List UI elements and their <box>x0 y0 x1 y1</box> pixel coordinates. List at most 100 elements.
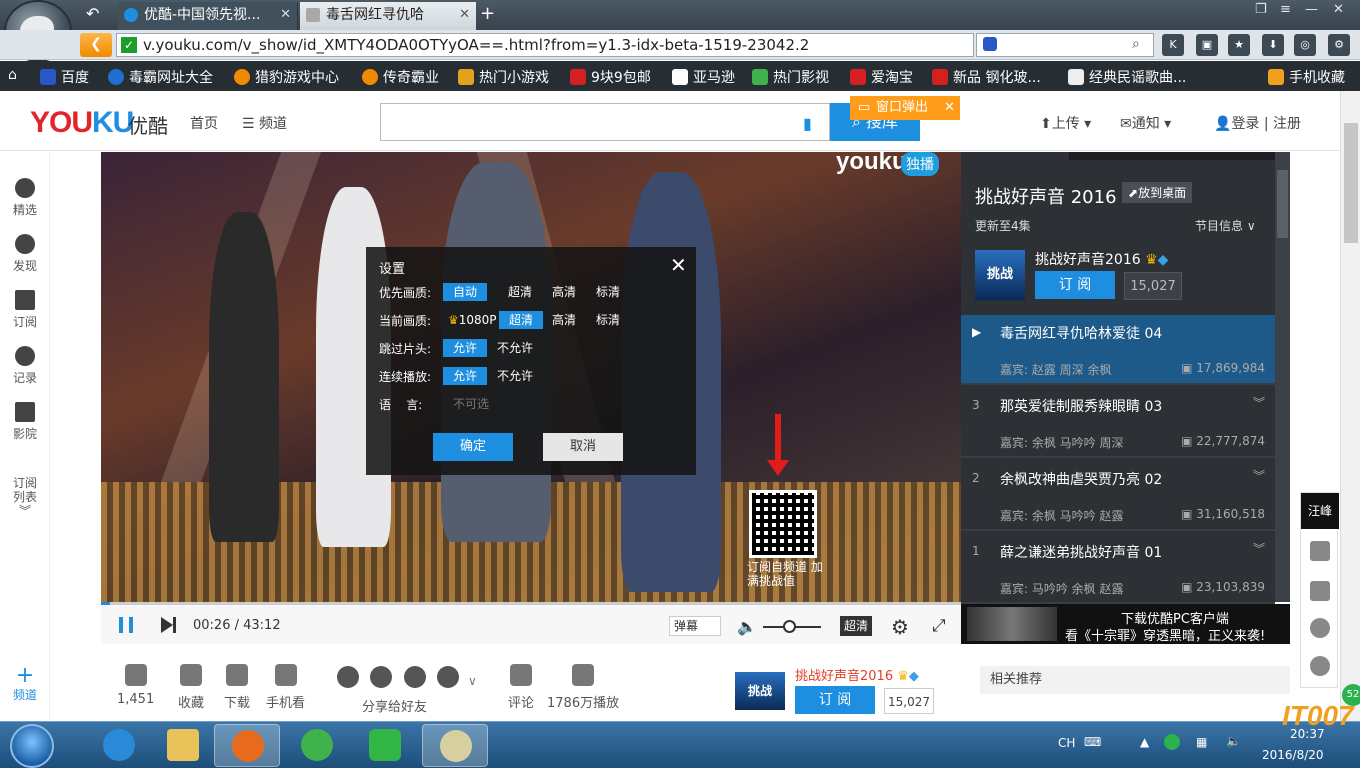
program-info-toggle[interactable]: 节目信息 ∨ <box>1195 217 1256 234</box>
volume-icon[interactable]: 🔈 <box>1226 734 1241 748</box>
taskbar-explorer[interactable] <box>150 724 216 767</box>
option-high[interactable]: 高清 <box>547 311 581 329</box>
wechat-icon[interactable] <box>337 666 359 688</box>
scroll-thumb[interactable] <box>1344 123 1358 243</box>
undo-icon[interactable]: ↶ <box>86 4 99 23</box>
download-button[interactable]: 下载 <box>224 664 250 711</box>
bookmark-9kuai9[interactable]: 9块9包邮 <box>570 67 651 87</box>
option-disallow[interactable]: 不允许 <box>492 339 538 357</box>
qr-icon[interactable] <box>1310 541 1330 561</box>
bookmark-amazon[interactable]: 亚马逊 <box>672 67 735 87</box>
sidebar-item-sub-list[interactable]: 订阅列表 ︾ <box>0 476 50 518</box>
qr-code[interactable] <box>749 490 817 558</box>
bookmark-duba[interactable]: 毒霸网址大全 <box>108 67 213 87</box>
option-standard[interactable]: 标清 <box>591 311 625 329</box>
qq-icon[interactable] <box>437 666 459 688</box>
comment-button[interactable]: 评论 <box>508 664 534 711</box>
bookmark-mini-games[interactable]: 热门小游戏 <box>458 67 549 87</box>
notification-badge[interactable]: 52 <box>1342 684 1360 706</box>
bookmark-glass[interactable]: 新品 钢化玻... <box>932 67 1041 87</box>
danmu-toggle[interactable]: 弹幕 <box>669 616 721 636</box>
nav-channel[interactable]: ☰ 频道 <box>242 113 287 133</box>
channel-thumbnail[interactable]: 挑战 <box>735 672 785 710</box>
clock-date[interactable]: 2016/8/20 <box>1262 748 1324 762</box>
favorite-button[interactable]: 收藏 <box>178 664 204 711</box>
upload-button[interactable]: ⬆上传 ▾ <box>1040 113 1091 133</box>
site-search-input[interactable]: ▮ <box>380 103 830 141</box>
like-button[interactable]: 1,451 <box>117 664 154 707</box>
search-icon[interactable]: ⌕ <box>1132 36 1140 52</box>
network-icon[interactable]: ▦ <box>1196 735 1207 749</box>
tab-youku-home[interactable]: 优酷-中国领先视... ✕ <box>118 2 298 30</box>
option-auto[interactable]: 自动 <box>443 283 487 301</box>
taskbar-liebao[interactable] <box>214 724 280 767</box>
new-tab-button[interactable]: + <box>480 2 495 26</box>
sidebar-item-channel[interactable]: + 频道 <box>0 665 50 703</box>
subscribe-button[interactable]: 订 阅 <box>795 686 875 714</box>
sidebar-item-featured[interactable]: 精选 <box>0 178 50 218</box>
bookmark-game-center[interactable]: 猎豹游戏中心 <box>234 67 339 87</box>
taskbar-360[interactable] <box>284 724 350 767</box>
option-super[interactable]: 超清 <box>503 283 537 301</box>
bookmark-movies[interactable]: 热门影视 <box>752 67 829 87</box>
user-name-tag[interactable]: 汪峰 <box>1301 493 1339 529</box>
sidebar-item-cinema[interactable]: 影院 <box>0 402 50 442</box>
headset-icon[interactable] <box>1310 656 1330 676</box>
taskbar-iqiyi[interactable] <box>352 724 418 767</box>
restore-icon[interactable]: ❐ <box>1255 2 1267 17</box>
lock-icon[interactable]: ▣ <box>1196 34 1218 56</box>
bookmark-folk-songs[interactable]: 经典民谣歌曲... <box>1068 67 1186 87</box>
nav-home[interactable]: 首页 <box>190 113 218 133</box>
menu-icon[interactable]: ≡ <box>1280 2 1291 17</box>
bulb-icon[interactable] <box>1310 618 1330 638</box>
ok-button[interactable]: 确定 <box>433 433 513 461</box>
mobile-button[interactable]: 手机看 <box>266 664 305 711</box>
client-ad-banner[interactable]: 下载优酷PC客户端 看《十宗罪》穿透黑暗，正义来袭! <box>961 604 1290 644</box>
bookmark-taobao[interactable]: 爱淘宝 <box>850 67 913 87</box>
bookmark-baidu[interactable]: 百度 <box>40 67 89 87</box>
option-super[interactable]: 超清 <box>499 311 543 329</box>
chevron-down-icon[interactable]: ︾ <box>1253 467 1265 484</box>
volume-icon[interactable]: 🔈 <box>737 617 757 636</box>
browser-search-input[interactable]: ⌕ <box>976 33 1154 57</box>
episode-item[interactable]: 2 余枫改神曲虐哭贾乃亮 02 ︾ 嘉宾: 余枫 马吟吟 赵露 ▣ 31,160… <box>961 461 1275 531</box>
taskbar-paint[interactable] <box>422 724 488 767</box>
sidebar-item-subscribe[interactable]: 订阅 <box>0 290 50 330</box>
next-icon[interactable] <box>161 617 176 633</box>
gear-icon[interactable]: ⚙ <box>891 615 909 639</box>
fullscreen-icon[interactable]: ⤢ <box>932 616 946 636</box>
option-allow[interactable]: 允许 <box>443 339 487 357</box>
cancel-button[interactable]: 取消 <box>543 433 623 461</box>
episode-item[interactable]: 1 薛之谦迷弟挑战好声音 01 ︾ 嘉宾: 马吟吟 余枫 赵露 ▣ 23,103… <box>961 534 1275 604</box>
bookmark-mobile[interactable]: 手机收藏 <box>1268 67 1345 87</box>
channel-name[interactable]: 挑战好声音2016 ♛◆ <box>1035 249 1168 269</box>
qzone-icon[interactable] <box>370 666 392 688</box>
option-1080p[interactable]: ♛1080P <box>443 311 502 329</box>
tools-icon[interactable]: ⚙ <box>1328 34 1350 56</box>
notify-button[interactable]: ✉通知 ▾ <box>1120 113 1171 133</box>
option-allow[interactable]: 允许 <box>443 367 487 385</box>
volume-knob[interactable] <box>783 620 797 633</box>
bookmark-chuanqi[interactable]: 传奇霸业 <box>362 67 439 87</box>
close-tab-icon[interactable]: ✕ <box>459 2 470 28</box>
show-thumbnail[interactable]: 挑战 <box>975 250 1025 300</box>
login-link[interactable]: 👤登录 | 注册 <box>1214 113 1301 133</box>
tray-arrow-icon[interactable]: ▲ <box>1140 735 1149 749</box>
option-disallow[interactable]: 不允许 <box>492 367 538 385</box>
tab-video[interactable]: 毒舌网红寻仇哈 ✕ <box>300 2 476 30</box>
chevron-down-icon[interactable]: ∨ <box>468 674 477 688</box>
cart-icon[interactable] <box>1310 581 1330 601</box>
keyboard-icon[interactable]: ⌨ <box>1084 735 1101 749</box>
pin-to-desktop-button[interactable]: ⬈放到桌面 <box>1122 182 1193 203</box>
panel-scrollbar[interactable] <box>1275 152 1290 602</box>
back-button[interactable]: ❮ <box>80 33 112 57</box>
weibo-icon[interactable] <box>404 666 426 688</box>
youku-logo[interactable]: YOUKU <box>30 106 134 140</box>
youku-logo-cn[interactable]: 优酷 <box>128 110 168 139</box>
quality-button[interactable]: 超清 <box>840 616 872 636</box>
close-tab-icon[interactable]: ✕ <box>280 2 291 28</box>
gamepad-icon[interactable]: ◎ <box>1294 34 1316 56</box>
home-icon[interactable]: ⌂ <box>8 67 17 83</box>
close-popup-icon[interactable]: ✕ <box>944 96 955 120</box>
scroll-thumb[interactable] <box>1277 170 1288 238</box>
